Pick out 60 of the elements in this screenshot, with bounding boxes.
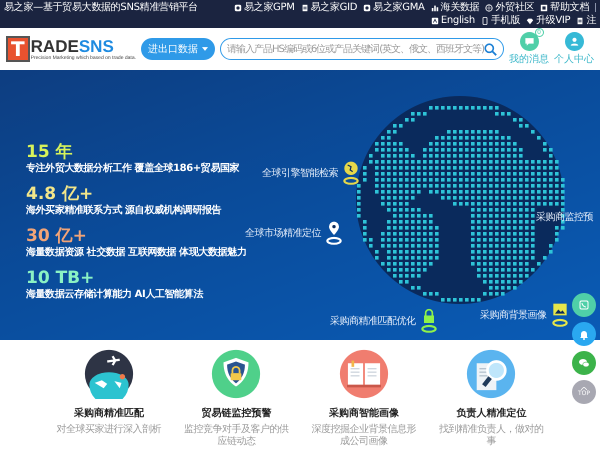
top-nav-link[interactable]: 手机版 xyxy=(480,14,520,27)
diamond-icon xyxy=(526,16,534,24)
caret-icon xyxy=(202,47,208,51)
picture-icon xyxy=(550,302,570,327)
logo-mark: T xyxy=(6,36,30,62)
top-nav-link[interactable]: 易之家GPM xyxy=(234,1,295,14)
chevron-up-icon xyxy=(581,387,587,390)
lock-icon xyxy=(418,308,438,333)
feature-description: 监控竞争对手及客户的供应链动态 xyxy=(183,424,290,448)
feature-caption: 全球市场精准定位 xyxy=(245,226,321,240)
globe-icon xyxy=(341,160,361,185)
stat-value: 15 年 xyxy=(26,142,73,162)
notification-button[interactable] xyxy=(572,322,596,346)
top-nav-link[interactable]: 海关数据 xyxy=(430,1,480,14)
feature-description: 找到精准负责人，做对的事 xyxy=(438,424,544,448)
magnifier-document-icon xyxy=(466,349,516,399)
shield-lock-icon xyxy=(211,349,262,399)
globe-icon xyxy=(485,4,494,12)
user-icon xyxy=(568,36,580,47)
feature-title: 采购商精准匹配 xyxy=(74,406,144,420)
logo-wordmark: RADESNS xyxy=(30,38,114,54)
feature-title: 负责人精准定位 xyxy=(456,406,526,420)
stat-description: 专注外贸大数据分析工作 覆盖全球186+贸易国家 xyxy=(26,162,240,175)
square-logo-icon xyxy=(234,4,242,12)
open-book-icon xyxy=(338,349,389,399)
site-slogan: 易之家—基于贸易大数据的SNS精准营销平台 xyxy=(4,1,198,14)
top-nav-link[interactable]: 易之家GMA xyxy=(363,1,425,14)
location-pin-icon xyxy=(324,220,344,245)
top-nav-link[interactable]: 注 xyxy=(576,14,596,27)
top-nav-link[interactable]: 外贸社区 xyxy=(485,1,534,14)
stat-value: 10 TB+ xyxy=(26,268,94,288)
feature-caption: 全球引擎智能检索 xyxy=(262,166,338,180)
document-icon xyxy=(300,4,309,12)
bell-icon xyxy=(578,328,590,340)
stat-value: 4.8 亿+ xyxy=(26,184,94,204)
chat-bubble-icon xyxy=(524,36,534,47)
top-nav-link[interactable]: English xyxy=(430,14,475,27)
feature-caption: 采购商精准匹配优化 xyxy=(330,314,416,328)
feature-description: 对全球买家进行深入剖析 xyxy=(56,424,161,436)
phone-icon xyxy=(578,299,590,311)
stat-description: 海量数据资源 社交数据 互联网数据 体现大数据魅力 xyxy=(26,246,246,259)
wechat-button[interactable] xyxy=(572,351,596,375)
square-logo-icon xyxy=(363,4,372,12)
stat-description: 海外买家精准联系方式 源自权威机构调研报告 xyxy=(26,204,222,217)
feature-description: 深度挖掘企业背景信息形成公司画像 xyxy=(310,424,417,448)
top-nav-link[interactable]: 易之家GID xyxy=(300,1,358,14)
bar-chart-icon xyxy=(430,4,439,12)
feature-caption: 采购商监控预 xyxy=(536,210,593,224)
airplane-earth-icon xyxy=(84,349,134,399)
stat-description: 海量数据云存储计算能力 AI人工智能算法 xyxy=(26,288,203,301)
feature-title: 采购商智能画像 xyxy=(328,406,399,420)
search-icon[interactable] xyxy=(484,42,497,56)
feature-caption: 采购商背景画像 xyxy=(480,308,546,322)
top-nav-link[interactable]: 升级VIP xyxy=(526,14,570,27)
chat-bubbles-icon xyxy=(578,357,590,369)
feature-title: 贸易链监控预警 xyxy=(201,406,272,420)
top-nav-link[interactable]: 帮助文档 xyxy=(540,1,589,14)
document-icon xyxy=(576,16,584,24)
phone-icon xyxy=(480,16,489,24)
stat-value: 30 亿+ xyxy=(26,226,87,246)
